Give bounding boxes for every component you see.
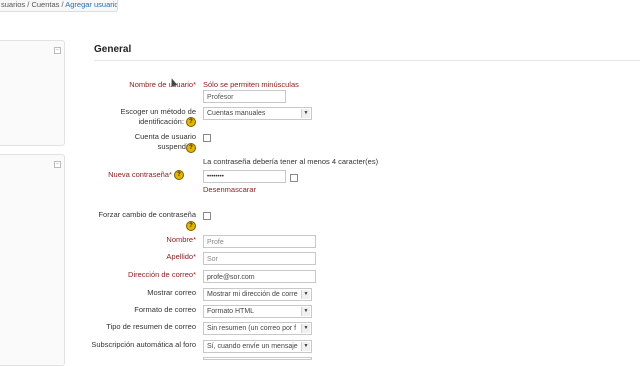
suspended-checkbox[interactable] (203, 134, 211, 142)
unmask-checkbox[interactable] (290, 174, 298, 182)
autosubscribe-label: Subscripción automática al foro (91, 340, 196, 349)
digest-select[interactable]: Sin resumen (un correo por f ▼ (203, 322, 312, 335)
digest-label: Tipo de resumen de correo (106, 322, 196, 331)
collapse-icon[interactable]: − (54, 47, 61, 54)
help-icon[interactable]: ? (186, 143, 196, 154)
firstname-label: Nombre* (166, 235, 196, 244)
lastname-label: Apellido* (166, 252, 196, 261)
section-title[interactable]: General (94, 44, 131, 55)
unmask-label[interactable]: Desenmascarar (203, 185, 256, 194)
section-divider (94, 60, 640, 61)
password-label: Nueva contraseña* ? (84, 170, 184, 181)
firstname-input[interactable]: Profe (203, 235, 316, 248)
help-icon[interactable]: ? (186, 221, 196, 232)
autosubscribe-select[interactable]: Sí, cuando envíe un mensaje ▼ (203, 340, 312, 353)
password-label-text: Nueva contraseña* (108, 170, 172, 179)
help-icon[interactable]: ? (186, 117, 196, 128)
collapse-icon[interactable]: − (54, 161, 61, 168)
force-change-label: Forzar cambio de contraseña (98, 210, 196, 219)
chevron-down-icon: ▼ (301, 342, 310, 351)
auth-label-line2: identificación (138, 117, 182, 126)
email-format-value: Formato HTML (207, 308, 255, 315)
breadcrumb-item-users[interactable]: suarios (1, 0, 25, 9)
username-input[interactable]: Profesor (203, 90, 286, 103)
auth-label-row2: identificación: ? (96, 117, 196, 128)
username-hint: Sólo se permiten minúsculas (203, 80, 299, 89)
chevron-down-icon: ▼ (301, 324, 310, 333)
force-change-help-row: ? (96, 221, 196, 232)
auth-select[interactable]: Cuentas manuales ▼ (203, 107, 312, 120)
email-format-label: Formato de correo (134, 305, 196, 314)
show-email-label: Mostrar correo (147, 288, 196, 297)
email-label: Dirección de correo* (128, 270, 196, 279)
show-email-select[interactable]: Mostrar mi dirección de corre ▼ (203, 288, 312, 301)
username-label: Nombre de usuario* (129, 80, 196, 89)
password-input[interactable]: •••••••• (203, 170, 286, 183)
digest-value: Sin resumen (un correo por f (207, 325, 297, 332)
side-block-2: − (0, 154, 65, 366)
force-change-checkbox[interactable] (203, 212, 211, 220)
side-block-1: − (0, 40, 65, 146)
auth-label-line1: Escoger un método de (120, 107, 196, 116)
help-icon[interactable]: ? (174, 170, 184, 181)
password-note: La contraseña debería tener al menos 4 c… (203, 157, 379, 166)
chevron-down-icon: ▼ (301, 307, 310, 316)
auth-label: Escoger un método de (96, 107, 196, 117)
autosubscribe-value: Sí, cuando envíe un mensaje (207, 343, 298, 350)
show-email-value: Mostrar mi dirección de corre (207, 291, 298, 298)
breadcrumb: suarios / Cuentas / Agregar usuario (0, 0, 118, 12)
breadcrumb-item-accounts[interactable]: Cuentas (31, 0, 59, 9)
breadcrumb-current[interactable]: Agregar usuario (65, 0, 117, 9)
auth-select-value: Cuentas manuales (207, 110, 266, 117)
suspended-help-row: ? (96, 143, 196, 154)
lastname-input[interactable]: Sor (203, 252, 316, 265)
email-input[interactable]: profe@sor.com (203, 270, 316, 283)
chevron-down-icon: ▼ (301, 109, 310, 118)
email-format-select[interactable]: Formato HTML ▼ (203, 305, 312, 318)
chevron-down-icon: ▼ (301, 290, 310, 299)
